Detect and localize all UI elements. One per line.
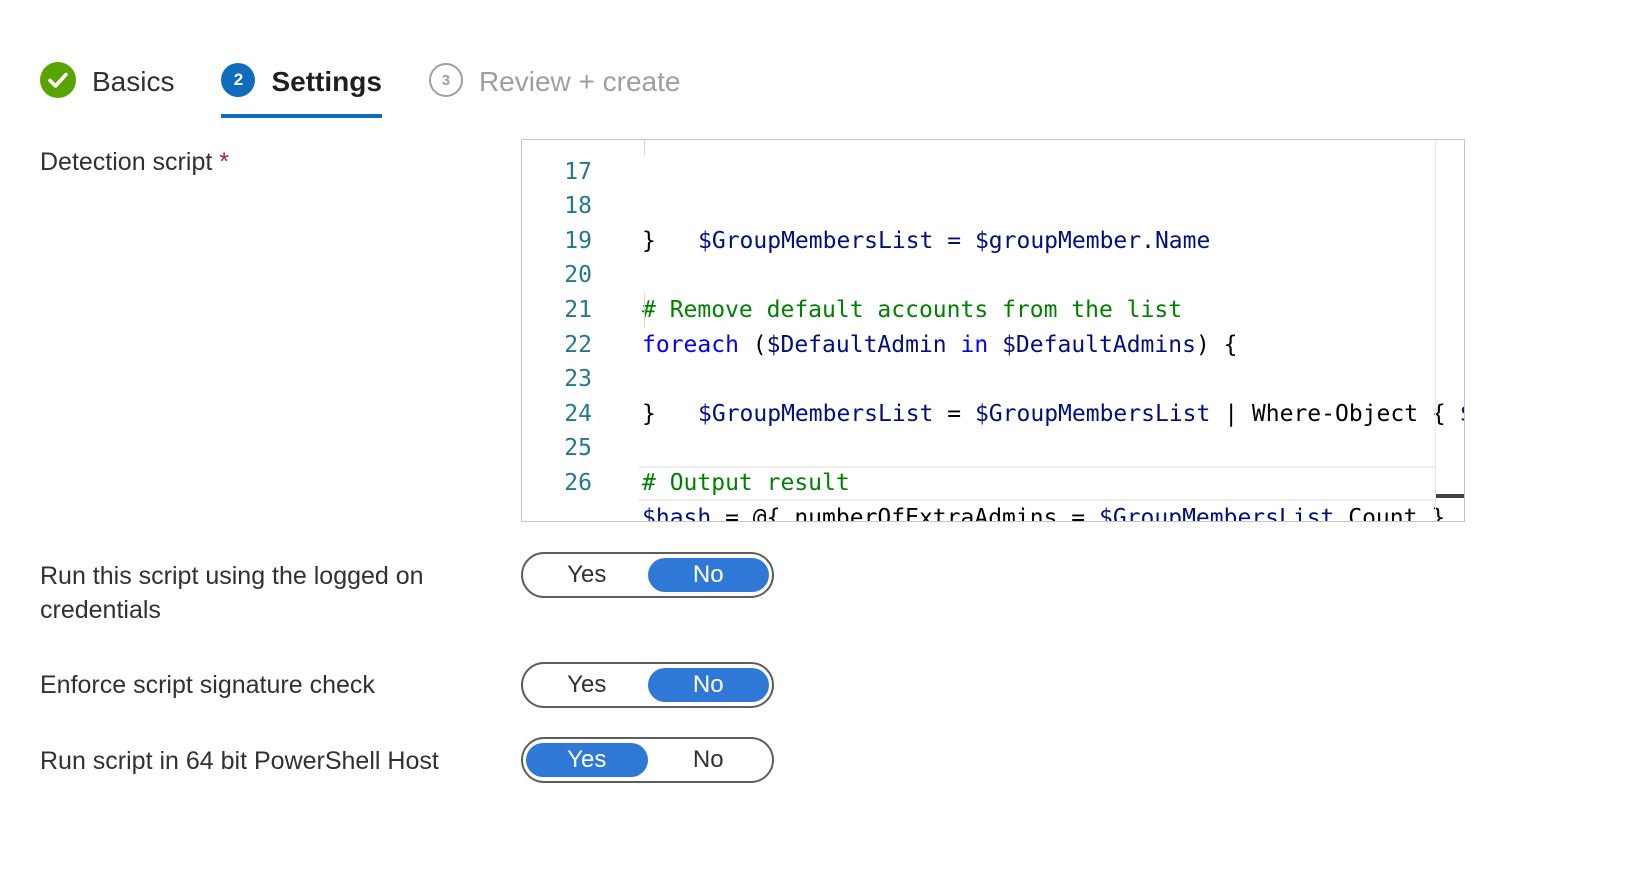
- line-text: $hash = @{ numberOfExtraAdmins = $GroupM…: [642, 501, 1445, 522]
- checkmark-circle-icon: [40, 62, 76, 98]
- scroll-indicator: [1436, 494, 1464, 498]
- token-variable: $hash: [642, 504, 712, 522]
- signature-check-label: Enforce script signature check: [40, 671, 375, 699]
- code-line: 21 foreach ($DefaultAdmin in $DefaultAdm…: [522, 258, 1436, 358]
- step-number-badge: 3: [428, 63, 463, 97]
- tab-basics-label: Basics: [92, 66, 175, 97]
- code-line-active: 27 $hash | ConvertTo-Json -Compress: [522, 465, 1436, 501]
- code-line: 19: [522, 189, 1436, 254]
- code-line: 23 }: [522, 328, 1436, 427]
- detection-script-label-text: Detection script: [40, 148, 213, 176]
- tab-basics[interactable]: Basics: [40, 62, 174, 118]
- run-64bit-label: Run script in 64 bit PowerShell Host: [40, 747, 439, 775]
- code-line: 24: [522, 362, 1436, 427]
- code-line: 22 $GroupMembersList = $GroupMembersList…: [522, 292, 1464, 427]
- run-64bit-toggle[interactable]: Yes No: [521, 737, 774, 783]
- detection-script-label: Detection script *: [40, 145, 229, 179]
- option-yes[interactable]: Yes: [526, 668, 648, 702]
- logged-on-credentials-label: Run this script using the logged on cred…: [40, 562, 424, 624]
- indent-guide: [644, 292, 645, 328]
- wizard-tabs: Basics 2 Settings 3 Review + create: [40, 62, 727, 118]
- option-yes-selected[interactable]: Yes: [526, 743, 648, 777]
- code-line: 20 # Remove default accounts from the li…: [522, 224, 1436, 323]
- token-variable: $GroupMembersList: [1098, 504, 1335, 522]
- current-line-highlight: [639, 465, 1436, 501]
- logged-on-credentials-toggle[interactable]: Yes No: [521, 552, 774, 598]
- indent-guide: [644, 140, 645, 155]
- code-line: 26 $hash = @{ numberOfExtraAdmins = $Gro…: [522, 431, 1445, 521]
- option-no-selected[interactable]: No: [647, 668, 769, 702]
- tab-settings[interactable]: 2 Settings: [221, 62, 383, 118]
- code-line: 17 $GroupMembersList = $groupMember.Name: [522, 140, 1436, 254]
- option-no[interactable]: No: [648, 743, 770, 777]
- code-line: 25 # Output result: [522, 397, 1436, 496]
- required-marker: *: [219, 148, 229, 176]
- detection-script-editor[interactable]: 17 $GroupMembersList = $groupMember.Name…: [521, 139, 1465, 522]
- tab-review-create-label: Review + create: [478, 66, 681, 97]
- step-number-badge: 2: [221, 63, 256, 97]
- code-line: 18 }: [522, 155, 1436, 254]
- vertical-scrollbar[interactable]: [1435, 140, 1464, 521]
- option-yes[interactable]: Yes: [526, 558, 648, 592]
- option-no-selected[interactable]: No: [647, 558, 769, 592]
- signature-check-toggle[interactable]: Yes No: [521, 662, 774, 708]
- tab-settings-label: Settings: [271, 66, 382, 97]
- code-lines: 17 $GroupMembersList = $groupMember.Name…: [522, 140, 1464, 521]
- tab-review-create[interactable]: 3 Review + create: [428, 62, 681, 118]
